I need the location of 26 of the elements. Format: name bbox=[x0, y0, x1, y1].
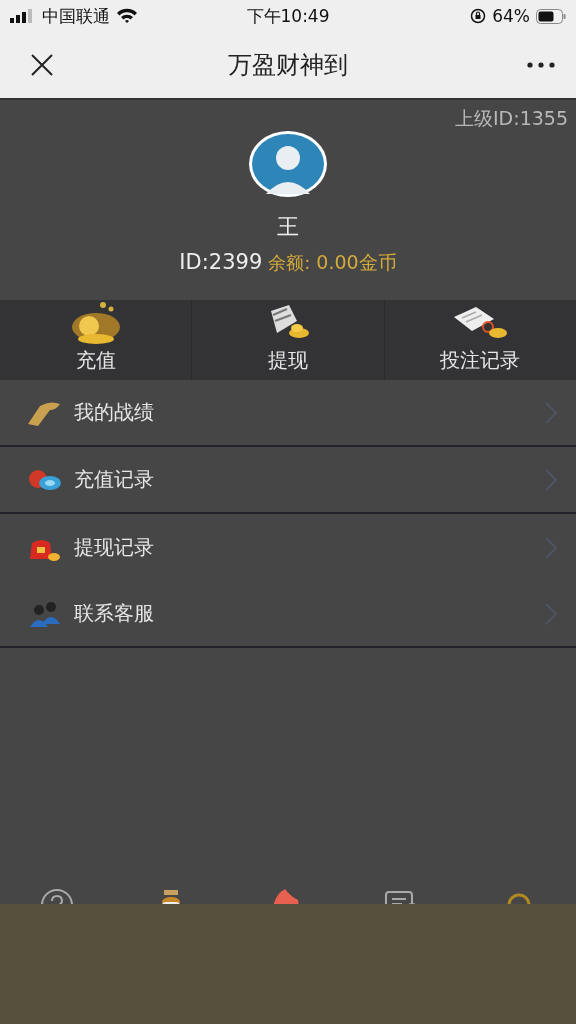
action-button[interactable]: 充值 bbox=[0, 300, 192, 380]
rotation-lock-icon bbox=[470, 8, 487, 24]
menu-item[interactable]: 我的战绩 bbox=[0, 380, 576, 447]
action-button[interactable]: 提现 bbox=[191, 300, 384, 380]
parent-id: 上级ID:1355 bbox=[455, 106, 568, 131]
close-button[interactable] bbox=[30, 53, 54, 77]
menu-item[interactable]: 充值记录 bbox=[0, 447, 576, 514]
status-time: 下午10:49 bbox=[246, 4, 330, 28]
chevron-icon bbox=[544, 467, 558, 492]
chevron-icon bbox=[544, 535, 558, 560]
chevron-icon bbox=[544, 601, 558, 626]
user-name: 王 bbox=[277, 213, 299, 241]
page-title: 万盈财神到 bbox=[228, 50, 348, 81]
battery-icon bbox=[536, 8, 566, 24]
menu-item[interactable]: 提现记录 bbox=[0, 514, 576, 581]
tab-item[interactable] bbox=[40, 888, 74, 904]
balance-value: 0.00金币 bbox=[316, 250, 397, 275]
battery-percent: 64% bbox=[492, 6, 530, 26]
balance-label: 余额: bbox=[268, 251, 311, 275]
user-id: ID:2399 bbox=[179, 250, 263, 274]
menu-item[interactable]: 联系客服 bbox=[0, 581, 576, 648]
action-button[interactable]: 投注记录 bbox=[383, 300, 576, 380]
more-button[interactable] bbox=[526, 61, 556, 69]
chevron-icon bbox=[544, 400, 558, 425]
wifi-icon bbox=[116, 8, 138, 24]
carrier-name: 中国联通 bbox=[42, 4, 110, 28]
